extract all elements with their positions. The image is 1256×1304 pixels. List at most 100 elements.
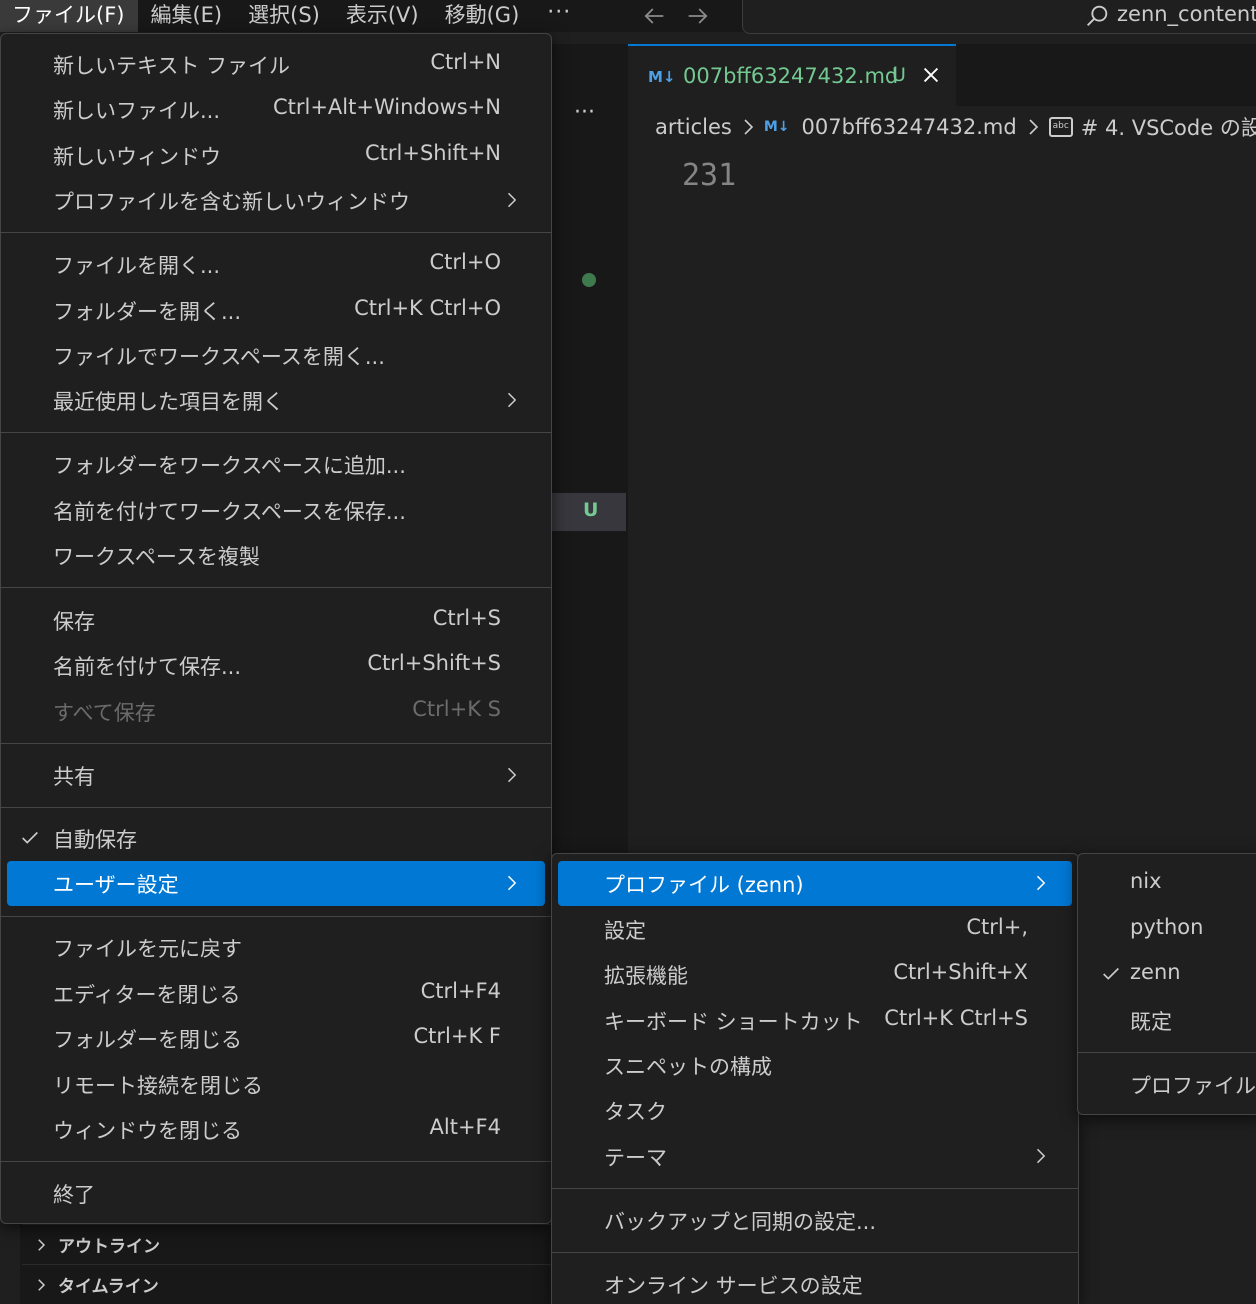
menu-item-duplicate-workspace[interactable]: ワークスペースを複製 [7,533,545,578]
tab-status-badge: U [892,64,906,86]
menu-item-shortcut: Ctrl+, [966,915,1028,939]
menu-item-backup-sync[interactable]: バックアップと同期の設定... [558,1198,1072,1243]
menu-item-close-editor[interactable]: エディターを閉じる Ctrl+F4 [7,971,545,1016]
menu-item-profile[interactable]: プロファイル (zenn) [558,861,1072,906]
chevron-right-icon [507,392,517,408]
panel-outline[interactable]: アウトライン [22,1224,552,1264]
menu-item-new-window[interactable]: 新しいウィンドウ Ctrl+Shift+N [7,133,545,178]
menu-item-label: ファイルを元に戻す [53,937,242,961]
menu-item-auto-save[interactable]: 自動保存 [7,816,545,861]
menu-separator [1078,1052,1256,1053]
menu-separator [1,807,551,808]
menu-item-save-all: すべて保存 Ctrl+K S [7,689,545,734]
chevron-right-icon [744,119,753,135]
menu-item-label: 新しいファイル... [53,99,221,123]
menu-item-shortcut: Ctrl+K F [413,1024,502,1048]
menu-item-label: python [1130,915,1204,939]
menu-item-save-workspace-as[interactable]: 名前を付けてワークスペースを保存... [7,488,545,533]
breadcrumb-folder[interactable]: articles [655,115,732,139]
menu-item-tasks[interactable]: タスク [558,1088,1072,1133]
search-icon [1087,5,1108,26]
chevron-right-icon [1029,119,1038,135]
breadcrumb-file[interactable]: 007bff63247432.md [801,115,1016,139]
menu-item-shortcut: Ctrl+K Ctrl+O [354,296,501,320]
menu-item-label: zenn [1130,960,1181,984]
tab-active-file[interactable]: M↓ 007bff63247432.md U [628,44,956,106]
menu-go[interactable]: 移動(G) [433,0,534,32]
menu-item-shortcut: Ctrl+S [432,606,501,630]
menu-item-new-text-file[interactable]: 新しいテキスト ファイル Ctrl+N [7,42,545,87]
menu-separator [552,1252,1078,1253]
menu-item-shortcut: Ctrl+Shift+N [365,141,501,165]
menu-item-save-as[interactable]: 名前を付けて保存... Ctrl+Shift+S [7,643,545,688]
menu-item-extensions[interactable]: 拡張機能 Ctrl+Shift+X [558,952,1072,997]
arrow-left-icon[interactable] [640,2,668,30]
menu-item-open-workspace-from-file[interactable]: ファイルでワークスペースを開く... [7,333,545,378]
chevron-right-icon [507,192,517,208]
menu-item-save[interactable]: 保存 Ctrl+S [7,598,545,643]
menu-item-online-services[interactable]: オンライン サービスの設定 [558,1262,1072,1304]
menu-item-label: 保存 [53,610,95,634]
menu-file[interactable]: ファイル(F) [0,0,139,32]
menu-item-label: 自動保存 [53,828,137,852]
menu-item-label: 既定 [1130,1010,1172,1034]
menu-item-settings[interactable]: 設定 Ctrl+, [558,907,1072,952]
menu-item-add-folder-to-workspace[interactable]: フォルダーをワークスペースに追加... [7,442,545,487]
menu-item-profile-zenn[interactable]: zenn [1084,952,1256,997]
menu-item-shortcut: Ctrl+F4 [420,979,501,1003]
menu-item-label: テーマ [604,1146,667,1170]
menu-item-open-folder[interactable]: フォルダーを開く... Ctrl+K Ctrl+O [7,288,545,333]
menu-item-close-window[interactable]: ウィンドウを閉じる Alt+F4 [7,1107,545,1152]
menu-item-profile-nix[interactable]: nix [1084,861,1256,906]
menu-bar: ファイル(F) 編集(E) 選択(S) 表示(V) 移動(G) ··· [0,0,585,32]
menu-item-profile-default[interactable]: 既定 [1084,998,1256,1043]
close-icon[interactable] [920,64,942,86]
markdown-icon: M↓ [648,68,676,86]
explorer-selected-row[interactable]: U [552,493,626,531]
menu-item-exit[interactable]: 終了 [7,1171,545,1216]
views-more-button[interactable]: ··· [574,100,595,125]
menu-item-label: バックアップと同期の設定... [604,1210,877,1234]
menu-item-close-remote[interactable]: リモート接続を閉じる [7,1062,545,1107]
menu-separator [552,1188,1078,1189]
menu-item-label: プロファイル [1130,1074,1256,1098]
menu-view[interactable]: 表示(V) [334,0,433,32]
menu-item-open-file[interactable]: ファイルを開く... Ctrl+O [7,242,545,287]
menu-item-preferences[interactable]: ユーザー設定 [7,861,545,906]
menu-item-open-recent[interactable]: 最近使用した項目を開く [7,378,545,423]
chevron-right-icon [1036,1148,1046,1164]
check-icon [22,831,38,844]
chevron-right-icon [38,1278,46,1291]
menu-item-profiles[interactable]: プロファイル [1084,1062,1256,1107]
arrow-right-icon[interactable] [684,2,712,30]
command-center-text: zenn_contents [1117,2,1256,26]
menu-item-label: 新しいウィンドウ [53,145,221,169]
modified-dot [582,273,596,287]
menu-item-label: フォルダーをワークスペースに追加... [53,454,406,478]
menu-item-label: ウィンドウを閉じる [53,1119,242,1143]
menu-item-label: 新しいテキスト ファイル [53,54,291,78]
menu-separator [1,916,551,917]
menu-item-close-folder[interactable]: フォルダーを閉じる Ctrl+K F [7,1016,545,1061]
menu-item-keyboard-shortcuts[interactable]: キーボード ショートカット Ctrl+K Ctrl+S [558,998,1072,1043]
panel-timeline[interactable]: タイムライン [22,1264,552,1304]
menu-item-shortcut: Ctrl+K S [412,697,501,721]
menu-item-label: 終了 [53,1183,95,1207]
more-menu-button[interactable]: ··· [533,0,585,32]
menu-item-new-file[interactable]: 新しいファイル... Ctrl+Alt+Windows+N [7,87,545,132]
menu-item-revert-file[interactable]: ファイルを元に戻す [7,925,545,970]
menu-item-label: ワークスペースを複製 [53,545,260,569]
menu-item-profile-python[interactable]: python [1084,907,1256,952]
menu-item-themes[interactable]: テーマ [558,1134,1072,1179]
menu-item-label: 拡張機能 [604,964,688,988]
line-number: 231 [682,158,737,193]
menu-item-share[interactable]: 共有 [7,753,545,798]
menu-item-new-window-with-profile[interactable]: プロファイルを含む新しいウィンドウ [7,178,545,223]
menu-item-label: リモート接続を閉じる [53,1074,263,1098]
menu-item-configure-snippets[interactable]: スニペットの構成 [558,1043,1072,1088]
menu-edit[interactable]: 編集(E) [138,0,236,32]
menu-selection[interactable]: 選択(S) [236,0,334,32]
command-center[interactable]: zenn_contents [742,0,1256,34]
breadcrumb-symbol[interactable]: # 4. VSCode の設定 [1081,112,1256,142]
menu-item-label: ユーザー設定 [53,873,179,897]
